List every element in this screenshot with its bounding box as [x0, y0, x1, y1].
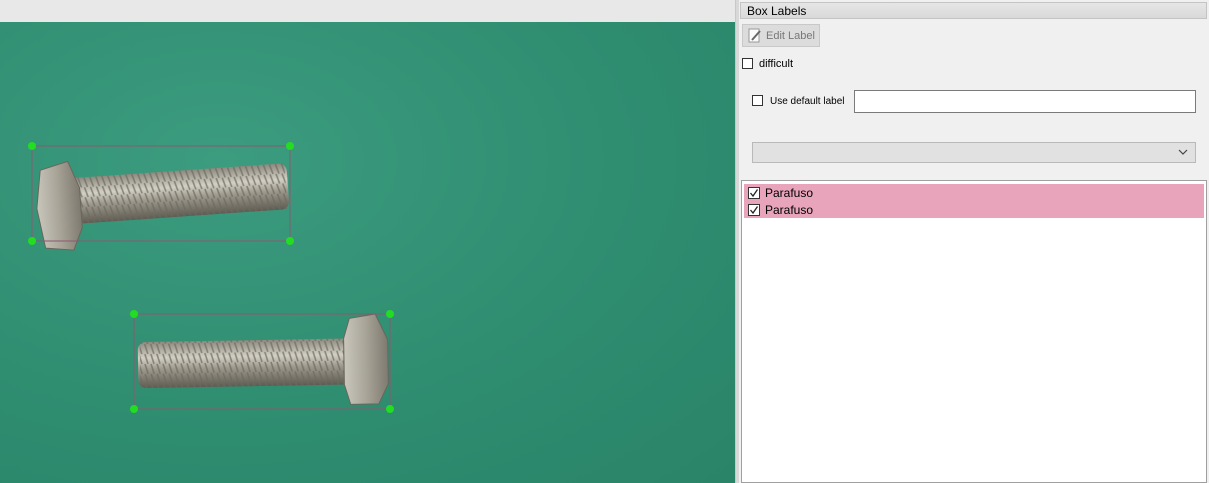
- chevron-down-icon: [1177, 146, 1189, 158]
- checkmark-icon: [750, 205, 759, 214]
- checkmark-icon: [750, 188, 759, 197]
- box-handle[interactable]: [286, 142, 294, 150]
- box-handle[interactable]: [386, 405, 394, 413]
- canvas-drawing: [28, 142, 394, 413]
- bolt-object-2: [137, 313, 389, 405]
- box-handle[interactable]: [386, 310, 394, 318]
- label-visibility-checkbox[interactable]: [748, 186, 760, 199]
- box-labels-dock: Box Labels Edit Label difficult Use defa…: [739, 0, 1209, 483]
- default-label-input[interactable]: [854, 90, 1196, 113]
- label-list[interactable]: Parafuso Parafuso: [741, 180, 1207, 483]
- use-default-label-checkbox[interactable]: [752, 95, 763, 106]
- canvas-top-strip: [0, 0, 735, 22]
- edit-label-button[interactable]: Edit Label: [742, 24, 820, 47]
- list-item[interactable]: Parafuso: [744, 201, 1204, 218]
- list-item[interactable]: Parafuso: [744, 184, 1204, 201]
- label-combo-box[interactable]: [752, 142, 1196, 163]
- label-visibility-checkbox[interactable]: [748, 203, 760, 216]
- box-handle[interactable]: [28, 237, 36, 245]
- edit-label-text: Edit Label: [766, 29, 815, 42]
- box-handle[interactable]: [130, 405, 138, 413]
- box-handle[interactable]: [130, 310, 138, 318]
- box-handle[interactable]: [286, 237, 294, 245]
- edit-pencil-icon: [748, 28, 762, 43]
- dock-title: Box Labels: [740, 2, 1207, 19]
- label-text: Parafuso: [765, 202, 814, 217]
- difficult-checkbox[interactable]: [742, 58, 753, 69]
- image-canvas[interactable]: [0, 22, 735, 483]
- label-text: Parafuso: [765, 185, 814, 200]
- box-handle[interactable]: [28, 142, 36, 150]
- use-default-label-text: Use default label: [770, 96, 845, 107]
- bolt-object-1: [36, 160, 289, 251]
- difficult-label: difficult: [759, 58, 794, 70]
